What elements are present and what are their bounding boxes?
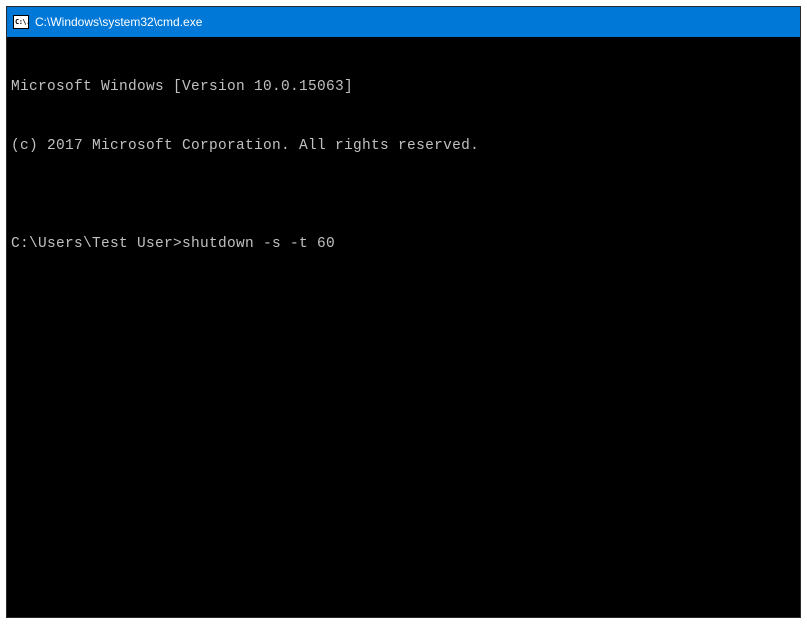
cmd-window: C:\. C:\Windows\system32\cmd.exe Microso… [6,6,801,618]
cmd-icon: C:\. [13,15,29,29]
command-input[interactable]: shutdown -s -t 60 [182,235,335,255]
version-line: Microsoft Windows [Version 10.0.15063] [11,78,796,98]
terminal-area[interactable]: Microsoft Windows [Version 10.0.15063] (… [7,37,800,617]
window-title: C:\Windows\system32\cmd.exe [35,15,202,29]
prompt-text: C:\Users\Test User> [11,235,182,255]
cmd-icon-label: C:\. [15,19,30,26]
copyright-line: (c) 2017 Microsoft Corporation. All righ… [11,137,796,157]
titlebar[interactable]: C:\. C:\Windows\system32\cmd.exe [7,7,800,37]
prompt-line: C:\Users\Test User>shutdown -s -t 60 [11,235,796,255]
